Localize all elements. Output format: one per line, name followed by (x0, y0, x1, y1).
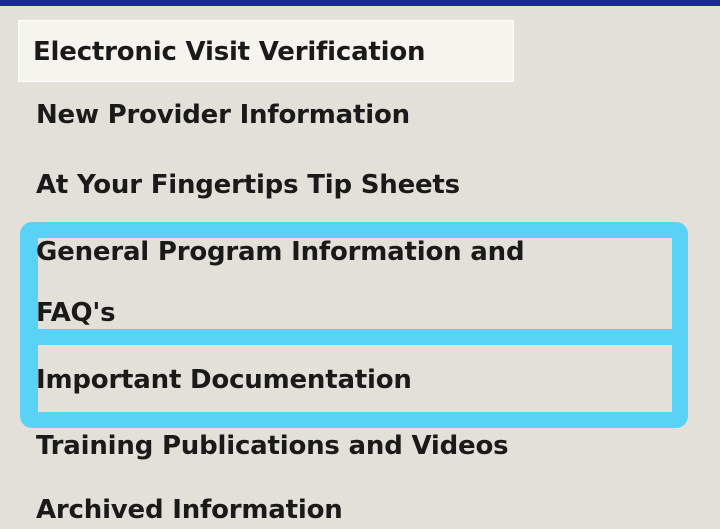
nav-item-general-program-information-continued[interactable]: FAQ's (36, 300, 116, 326)
nav-item-label: Electronic Visit Verification (33, 37, 426, 67)
nav-item-training-publications-and-videos[interactable]: Training Publications and Videos (36, 433, 509, 459)
nav-item-electronic-visit-verification[interactable]: Electronic Visit Verification (18, 20, 514, 82)
nav-item-new-provider-information[interactable]: New Provider Information (36, 102, 410, 128)
nav-item-general-program-information[interactable]: General Program Information and (36, 239, 525, 265)
sidebar-nav: Electronic Visit Verification New Provid… (0, 6, 720, 529)
nav-item-archived-information[interactable]: Archived Information (36, 497, 343, 523)
nav-item-at-your-fingertips-tip-sheets[interactable]: At Your Fingertips Tip Sheets (36, 172, 460, 198)
nav-item-important-documentation[interactable]: Important Documentation (36, 367, 412, 393)
